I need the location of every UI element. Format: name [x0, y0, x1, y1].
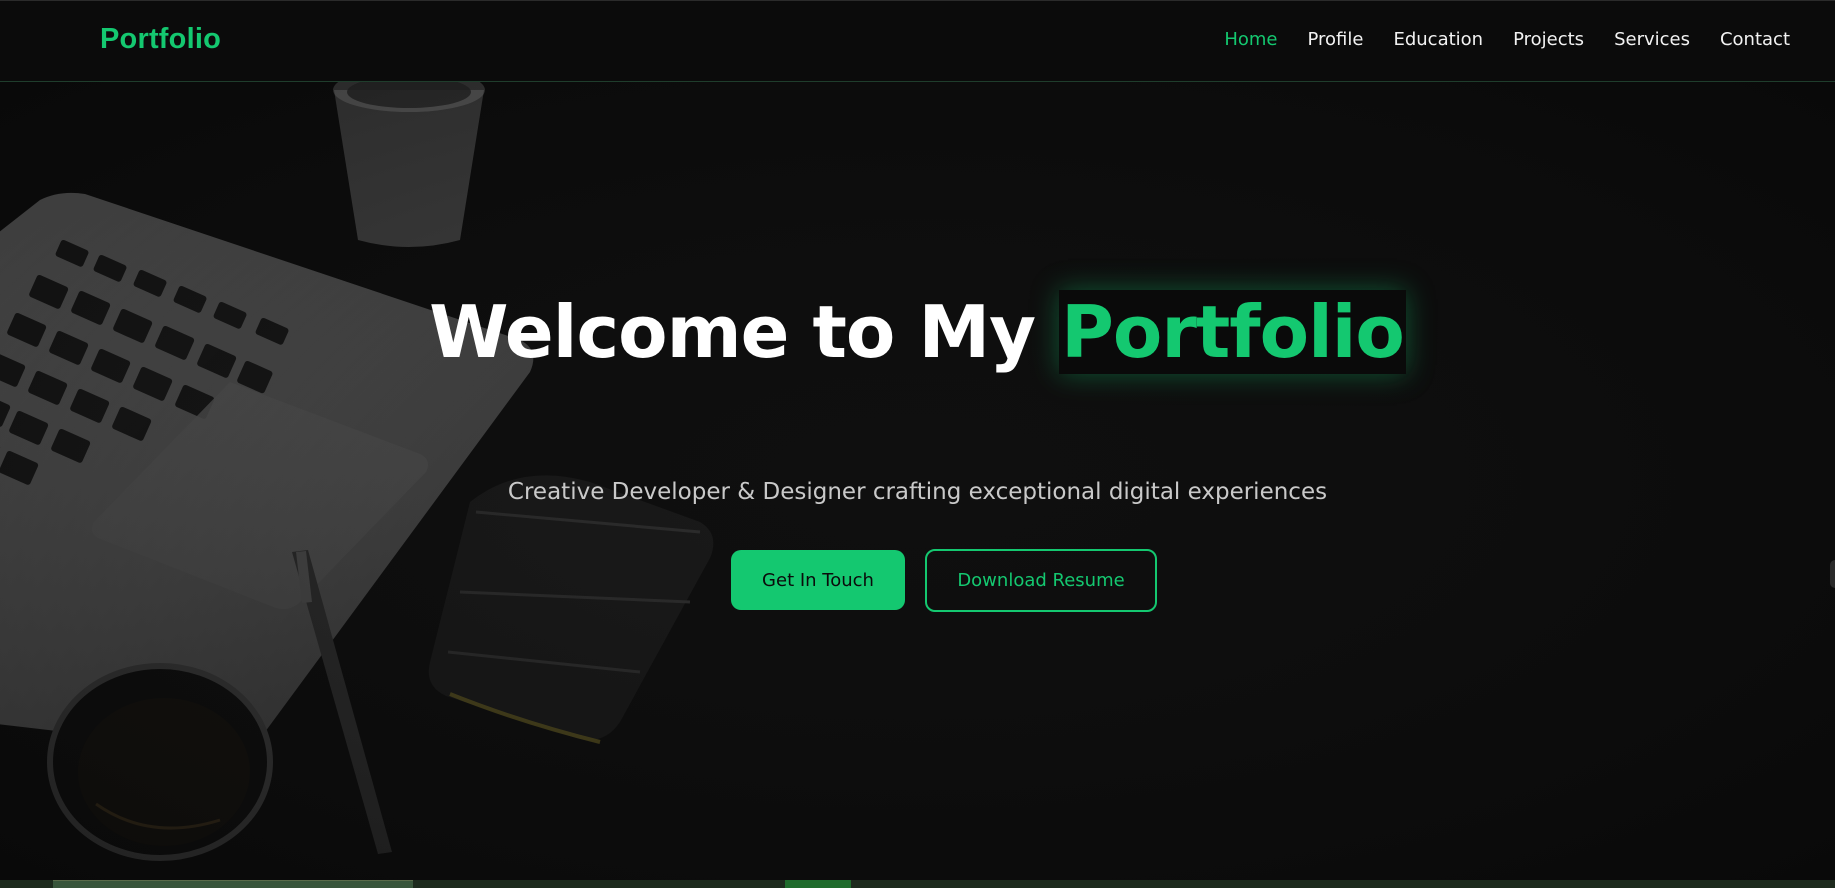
brand-logo[interactable]: Portfolio [100, 23, 221, 56]
nav-link-contact[interactable]: Contact [1720, 29, 1790, 50]
nav-link-home[interactable]: Home [1224, 29, 1277, 50]
bottom-strip-segment [785, 880, 851, 888]
navbar: Portfolio Home Profile Education Project… [0, 0, 1835, 82]
download-resume-button[interactable]: Download Resume [925, 549, 1157, 612]
nav-link-profile[interactable]: Profile [1308, 29, 1364, 50]
hero-button-row: Get In Touch Download Resume [731, 549, 1157, 612]
nav-link-services[interactable]: Services [1614, 29, 1690, 50]
hero-title-prefix: Welcome to My [429, 290, 1036, 374]
get-in-touch-button[interactable]: Get In Touch [731, 550, 905, 610]
bottom-strip-segment [53, 880, 413, 888]
nav-link-projects[interactable]: Projects [1513, 29, 1584, 50]
hero-subtitle: Creative Developer & Designer crafting e… [507, 479, 1328, 505]
page: Portfolio Home Profile Education Project… [0, 0, 1835, 888]
hero-title-highlight: Portfolio [1059, 290, 1406, 374]
nav-links: Home Profile Education Projects Services… [1224, 29, 1790, 50]
bottom-strip [0, 880, 1835, 888]
hero-title: Welcome to My Portfolio [0, 290, 1835, 374]
nav-link-education[interactable]: Education [1393, 29, 1483, 50]
side-scroll-handle[interactable] [1830, 560, 1835, 588]
